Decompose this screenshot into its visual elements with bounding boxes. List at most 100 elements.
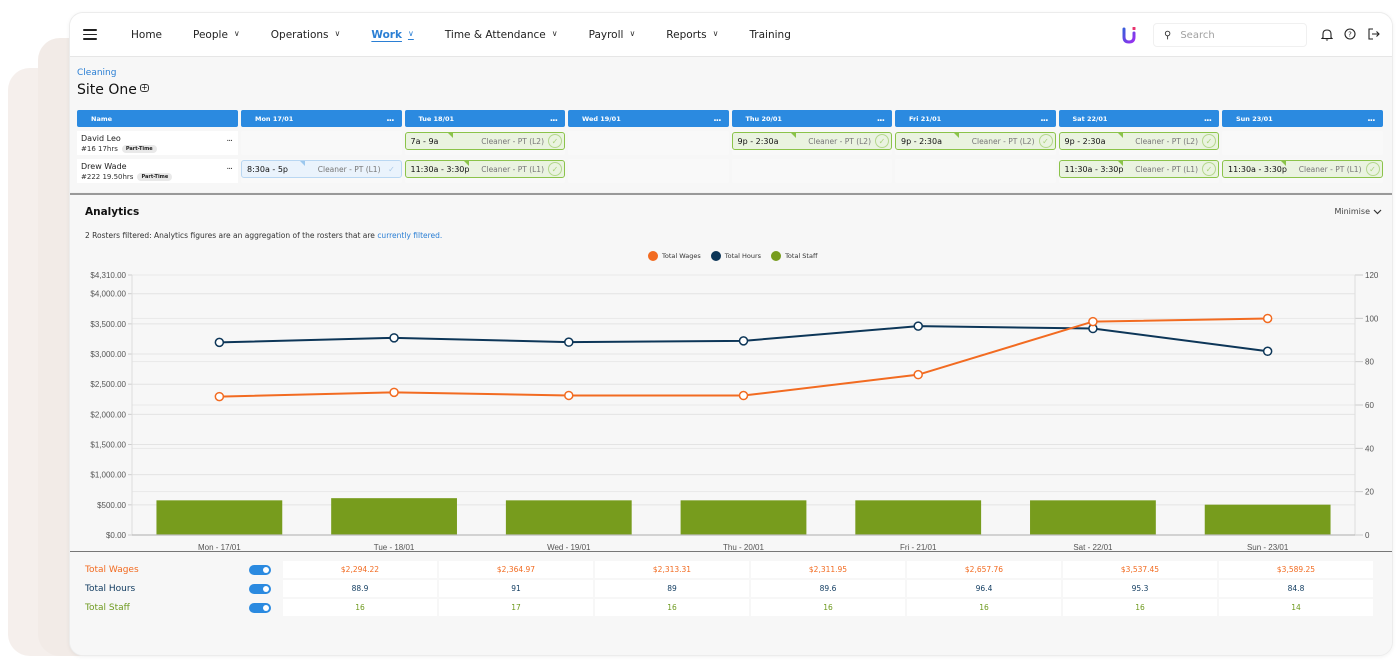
hours-point[interactable] (389, 333, 399, 343)
x-axis-tick-label: Thu - 20/01 (723, 543, 764, 550)
hours-point[interactable] (214, 337, 225, 348)
summary-cell: 91 (439, 580, 593, 597)
series-toggle[interactable] (249, 602, 271, 613)
hours-point[interactable] (564, 337, 574, 347)
series-toggle[interactable] (249, 583, 271, 594)
day-options-button[interactable]: ... (1204, 114, 1212, 124)
summary-cell: 17 (439, 599, 593, 616)
hours-point[interactable] (1262, 346, 1273, 357)
shift-corner-marker (1117, 161, 1123, 166)
day-cell[interactable] (895, 159, 1056, 183)
shift-corner-marker (1281, 161, 1286, 166)
day-options-button[interactable]: ... (877, 114, 885, 124)
currently-filtered-link[interactable]: currently filtered. (377, 231, 442, 240)
hours-point[interactable] (738, 336, 749, 346)
shift-card[interactable]: 9p - 2:30a Cleaner - PT (L2) ✓ (895, 132, 1056, 150)
day-options-button[interactable]: ... (713, 114, 721, 124)
day-label: Mon 17/01 (255, 114, 294, 123)
staff-bar[interactable] (331, 498, 457, 535)
legend-item[interactable]: Total Wages (648, 251, 701, 261)
wages-point[interactable] (389, 387, 399, 398)
day-cell[interactable]: 9p - 2:30a Cleaner - PT (L2) ✓ (731, 131, 892, 155)
right-axis-tick-label: 80 (1365, 358, 1374, 367)
add-note-icon[interactable]: + (139, 84, 149, 92)
shift-card[interactable]: 9p - 2:30a Cleaner - PT (L2) ✓ (1058, 132, 1219, 150)
day-cell[interactable] (1222, 131, 1383, 155)
nav-item-people[interactable]: People ∨ (193, 29, 240, 41)
day-cell[interactable]: 11:30a - 3:30p Cleaner - PT (L1) ✓ (1222, 159, 1383, 183)
nav-item-operations[interactable]: Operations ∨ (271, 29, 341, 41)
day-cell[interactable]: 8:30a - 5p Cleaner - PT (L1) ✓ (241, 159, 402, 183)
summary-cell: 89.6 (751, 580, 905, 597)
bell-icon[interactable] (1320, 27, 1334, 41)
day-options-button[interactable]: ... (1040, 114, 1048, 124)
app-window: Home People ∨ Operations ∨ Work ∨ Time & Attend… (69, 12, 1393, 656)
staff-bar[interactable] (855, 500, 982, 535)
shift-card[interactable]: 9p - 2:30a Cleaner - PT (L2) ✓ (731, 132, 892, 150)
wages-point[interactable] (1262, 313, 1273, 324)
shift-card[interactable]: 8:30a - 5p Cleaner - PT (L1) ✓ (241, 160, 402, 178)
breadcrumb-cleaning[interactable]: Cleaning (77, 68, 116, 78)
day-cell[interactable]: 11:30a - 3:30p Cleaner - PT (L1) ✓ (1058, 159, 1219, 183)
search-input[interactable] (1180, 29, 1291, 41)
day-options-button[interactable]: ... (550, 114, 558, 124)
wages-point[interactable] (913, 369, 923, 380)
employee-options-button[interactable]: ... (226, 162, 233, 172)
check-icon: ✓ (548, 134, 562, 148)
staff-bar[interactable] (1204, 504, 1331, 535)
legend-item[interactable]: Total Staff (771, 251, 817, 261)
staff-bar[interactable] (505, 500, 632, 535)
search-box[interactable]: ⚲ (1153, 23, 1307, 47)
series-toggle[interactable] (249, 564, 271, 575)
day-cell[interactable] (241, 131, 402, 155)
shift-time: 9p - 2:30a (737, 136, 779, 146)
nav-item-training[interactable]: Training (749, 29, 790, 41)
shift-card[interactable]: 11:30a - 3:30p Cleaner - PT (L1) ✓ (1058, 160, 1219, 178)
staff-bar[interactable] (156, 500, 283, 535)
left-axis-tick-label: $0.00 (106, 531, 127, 540)
shift-corner-marker (790, 133, 796, 138)
shift-card[interactable]: 11:30a - 3:30p Cleaner - PT (L1) ✓ (1222, 160, 1383, 178)
nav-item-time-attendance[interactable]: Time & Attendance ∨ (445, 29, 558, 41)
wages-point[interactable] (1088, 316, 1098, 327)
day-options-button[interactable]: ... (386, 114, 394, 124)
day-cell[interactable] (568, 159, 729, 183)
summary-cell: 14 (1219, 599, 1373, 616)
analytics-chart: $0.00 $500.00 $1,000.00 $1,500.00 $2,000.00 $… (90, 271, 1379, 550)
day-cell[interactable]: 7a - 9a Cleaner - PT (L2) ✓ (404, 131, 565, 155)
employee-options-button[interactable]: ... (226, 134, 233, 144)
nav-item-reports[interactable]: Reports ∨ (666, 29, 718, 41)
staff-bar[interactable] (1030, 500, 1156, 535)
left-axis-tick-label: $500.00 (97, 501, 126, 510)
staff-bar[interactable] (680, 500, 807, 535)
wages-point[interactable] (564, 390, 574, 401)
wages-point[interactable] (738, 390, 749, 401)
day-cell[interactable] (568, 131, 729, 155)
day-cell[interactable]: 11:30a - 3:30p Cleaner - PT (L1) ✓ (404, 159, 565, 183)
day-options-button[interactable]: ... (1367, 114, 1375, 124)
day-cell[interactable]: 9p - 2:30a Cleaner - PT (L2) ✓ (1058, 131, 1219, 155)
nav-item-work[interactable]: Work ∨ (371, 29, 413, 41)
day-cell[interactable]: 9p - 2:30a Cleaner - PT (L2) ✓ (895, 131, 1056, 155)
main-nav: Home People ∨ Operations ∨ Work ∨ Time & Attend… (131, 29, 822, 41)
column-header-day: Fri 21/01... (895, 110, 1056, 127)
wages-point[interactable] (214, 391, 225, 402)
minimise-button[interactable]: Minimise (1334, 207, 1382, 216)
nav-item-home[interactable]: Home (131, 29, 162, 41)
hours-point[interactable] (913, 321, 923, 331)
hamburger-menu-icon[interactable] (83, 29, 97, 40)
employee-cell[interactable]: Drew Wade #222 19.50hrs Part-Time... (77, 159, 238, 183)
right-axis-tick-label: 120 (1365, 271, 1379, 280)
right-axis-tick-label: 100 (1365, 314, 1379, 323)
shift-card[interactable]: 7a - 9a Cleaner - PT (L2) ✓ (404, 132, 565, 150)
check-icon: ✓ (388, 164, 395, 174)
help-icon[interactable]: ? (1343, 27, 1357, 41)
shift-time: 11:30a - 3:30p (410, 164, 470, 174)
logout-icon[interactable] (1366, 27, 1380, 41)
chevron-down-icon: ∨ (712, 29, 719, 38)
employee-cell[interactable]: David Leo #16 17hrs Part-Time... (77, 131, 238, 155)
legend-item[interactable]: Total Hours (710, 251, 761, 261)
day-cell[interactable] (731, 159, 892, 183)
shift-card[interactable]: 11:30a - 3:30p Cleaner - PT (L1) ✓ (404, 160, 565, 178)
nav-item-payroll[interactable]: Payroll ∨ (589, 29, 636, 41)
